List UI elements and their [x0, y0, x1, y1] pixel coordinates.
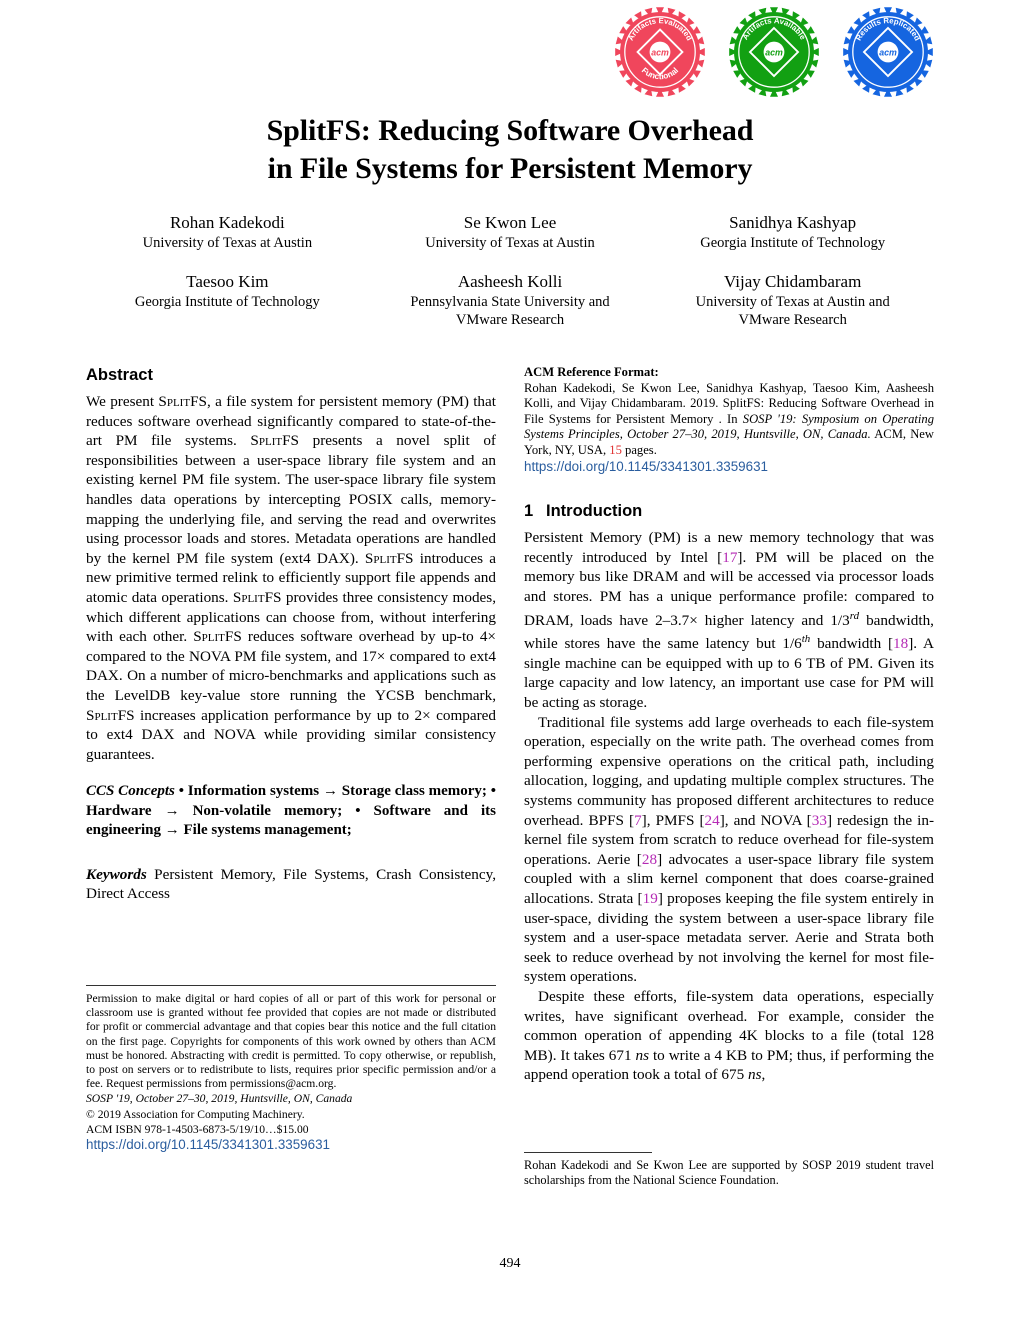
ordinal-rd: rd — [849, 609, 860, 622]
author-row: Taesoo Kim Georgia Institute of Technolo… — [86, 271, 934, 329]
title-line-2: in File Systems for Persistent Memory — [267, 152, 753, 185]
system-name-splitfs: SplitFS — [158, 393, 207, 410]
citation-19[interactable]: 19 — [643, 890, 658, 907]
author-name: Rohan Kadekodi — [169, 213, 285, 232]
author-entry: Taesoo Kim Georgia Institute of Technolo… — [86, 271, 369, 329]
page-title: SplitFS: Reducing Software Overhead in F… — [86, 112, 934, 188]
author-name: Aasheesh Kolli — [457, 272, 563, 291]
intro-p2-c: ], and NOVA [ — [719, 811, 812, 829]
badge-artifacts-available: acm Artifacts Available — [726, 4, 822, 100]
citation-18[interactable]: 18 — [893, 635, 908, 652]
unit-ns-1: ns — [635, 1046, 650, 1064]
author-row: Rohan Kadekodi University of Texas at Au… — [86, 212, 934, 252]
author-block: Rohan Kadekodi University of Texas at Au… — [86, 212, 934, 329]
unit-ns-2: ns — [747, 1066, 762, 1084]
author-entry: Sanidhya Kashyap Georgia Institute of Te… — [651, 212, 934, 252]
author-affiliation: Georgia Institute of Technology — [134, 294, 320, 310]
introduction-paragraph-1: Persistent Memory (PM) is a new memory t… — [524, 528, 934, 712]
author-entry: Se Kwon Lee University of Texas at Austi… — [369, 212, 652, 252]
author-name: Sanidhya Kashyap — [729, 213, 857, 232]
keywords-text: Persistent Memory, File Systems, Crash C… — [86, 865, 496, 902]
system-name-splitfs: SplitFS — [364, 549, 414, 567]
citation-28[interactable]: 28 — [642, 851, 657, 868]
introduction-heading-text: Introduction — [546, 502, 643, 521]
intro-p1-d: bandwidth [ — [810, 635, 894, 653]
ordinal-th: th — [801, 633, 811, 646]
svg-text:acm: acm — [765, 48, 783, 58]
introduction-paragraph-2: Traditional file systems add large overh… — [524, 713, 934, 987]
permission-copyright: © 2019 Association for Computing Machine… — [86, 1107, 305, 1121]
keywords: Keywords Persistent Memory, File Systems… — [86, 865, 496, 904]
acm-badge-row: acm Artifacts Evaluated Functional acm A… — [612, 4, 936, 100]
page-number: 494 — [499, 1256, 521, 1271]
acm-reference-page-count[interactable]: 15 — [609, 443, 622, 457]
author-name: Vijay Chidambaram — [724, 272, 862, 291]
permission-block: Permission to make digital or hard copie… — [86, 985, 496, 1153]
system-name-splitfs: SplitFS — [250, 432, 300, 450]
footnote-text: Rohan Kadekodi and Se Kwon Lee are suppo… — [524, 1158, 934, 1188]
title-line-1: SplitFS: Reducing Software Overhead — [266, 114, 754, 147]
system-name-splitfs: SplitFS — [86, 706, 135, 724]
permission-venue: SOSP '19, October 27–30, 2019, Huntsvill… — [86, 1092, 353, 1106]
author-name: Taesoo Kim — [186, 272, 269, 291]
author-affiliation: University of Texas at Austin — [142, 235, 313, 251]
footnote-rule — [524, 1152, 652, 1153]
ccs-concepts: CCS Concepts • Information systems → Sto… — [86, 782, 496, 840]
author-name: Se Kwon Lee — [463, 213, 557, 232]
author-affiliation: University of Texas at Austin and VMware … — [695, 294, 890, 328]
intro-p2-b: ], PMFS [ — [641, 811, 705, 829]
author-entry: Aasheesh Kolli Pennsylvania State Univer… — [369, 271, 652, 329]
author-affiliation: University of Texas at Austin — [425, 235, 595, 251]
permission-text: Permission to make digital or hard copie… — [86, 992, 496, 1091]
footnote-block: Rohan Kadekodi and Se Kwon Lee are suppo… — [524, 1152, 934, 1189]
introduction-paragraph-3: Despite these efforts, file-system data … — [524, 987, 934, 1085]
keywords-label: Keywords — [86, 865, 147, 883]
citation-33[interactable]: 33 — [812, 812, 827, 829]
right-column: ACM Reference Format: Rohan Kadekodi, Se… — [524, 365, 934, 1085]
introduction-heading: 1 Introduction — [524, 501, 934, 521]
introduction-section: 1 Introduction Persistent Memory (PM) is … — [524, 501, 934, 1085]
intro-p3-c: , — [761, 1066, 766, 1084]
left-column: Abstract We present SplitFS, a file syst… — [86, 365, 496, 903]
author-affiliation: Georgia Institute of Technology — [700, 235, 886, 251]
author-affiliation: Pennsylvania State University and VMware … — [410, 294, 610, 328]
acm-reference-doi-link[interactable]: https://doi.org/10.1145/3341301.3359631 — [524, 459, 768, 474]
author-entry: Rohan Kadekodi University of Texas at Au… — [86, 212, 369, 252]
introduction-section-number: 1 — [524, 502, 534, 521]
acm-reference-part3: pages. — [621, 442, 657, 457]
system-name-splitfs: SplitFS — [193, 628, 242, 646]
citation-24[interactable]: 24 — [705, 812, 720, 829]
badge-results-replicated: acm Results Replicated — [840, 4, 936, 100]
citation-7[interactable]: 7 — [634, 812, 642, 829]
permission-rule — [86, 985, 496, 986]
abstract-heading: Abstract — [86, 366, 153, 384]
permission-doi-link[interactable]: https://doi.org/10.1145/3341301.3359631 — [86, 1137, 330, 1152]
badge-artifacts-evaluated-functional: acm Artifacts Evaluated Functional — [612, 4, 708, 100]
acm-reference-heading: ACM Reference Format: — [524, 365, 659, 379]
svg-text:acm: acm — [879, 48, 897, 58]
svg-text:acm: acm — [651, 48, 669, 58]
acm-reference-format: ACM Reference Format: Rohan Kadekodi, Se… — [524, 365, 934, 475]
system-name-splitfs: SplitFS — [232, 588, 282, 606]
ccs-label: CCS Concepts — [86, 783, 175, 800]
abstract-text: We present SplitFS, a file system for pe… — [86, 393, 497, 763]
permission-isbn: ACM ISBN 978-1-4503-6873-5/19/10…$15.00 — [86, 1122, 309, 1136]
citation-17[interactable]: 17 — [722, 549, 737, 566]
author-entry: Vijay Chidambaram University of Texas at… — [651, 271, 934, 329]
